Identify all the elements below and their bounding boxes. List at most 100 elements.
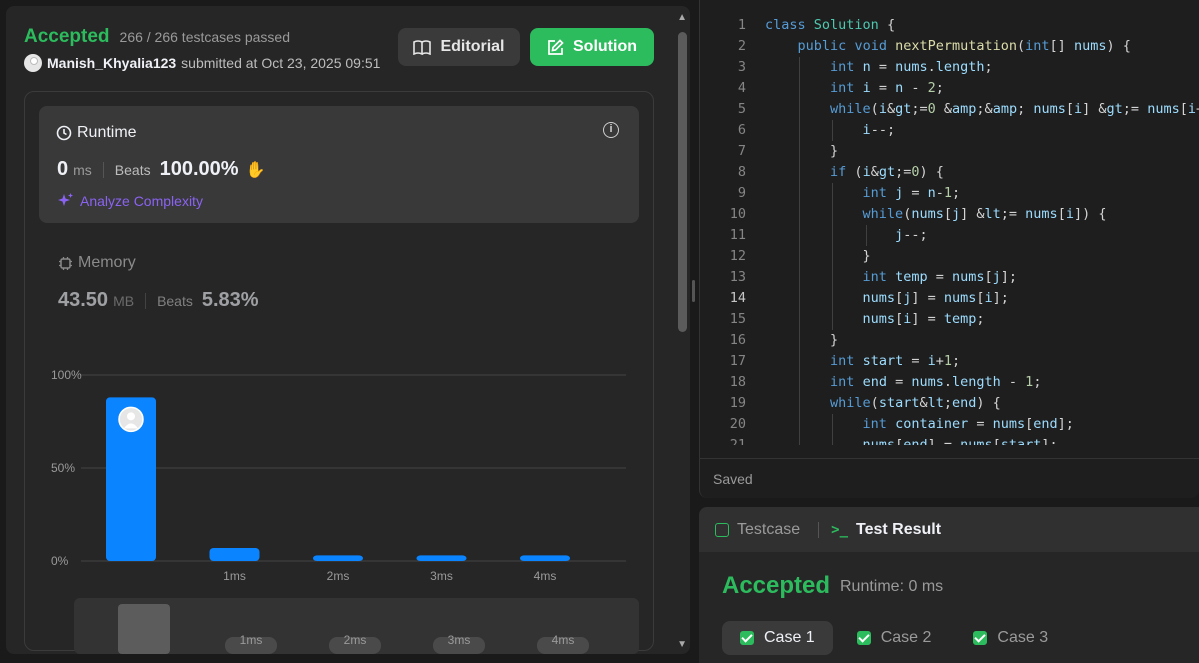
line-number: 4	[737, 80, 746, 96]
code-line[interactable]: 9 int j = n-1;	[700, 183, 1199, 204]
avatar-head	[127, 412, 135, 421]
code-text: int start = i+1;	[830, 353, 961, 369]
line-number: 8	[737, 164, 746, 180]
test-result-panel: Testcase >_ Test Result Accepted Runtime…	[699, 507, 1199, 663]
code-line[interactable]: 8 if (i&gt;=0) {	[700, 162, 1199, 183]
x-tick-label: 3ms	[430, 569, 453, 583]
line-number: 5	[737, 101, 746, 117]
case-tabs: Case 1 Case 2 Case 3	[722, 621, 1066, 655]
scroll-down-arrow-icon[interactable]: ▼	[677, 639, 687, 650]
case-tab-3[interactable]: Case 3	[955, 621, 1066, 655]
case-tab-2[interactable]: Case 2	[839, 621, 950, 655]
line-number: 18	[729, 374, 746, 390]
y-tick-label: 0%	[51, 554, 69, 568]
code-text: int end = nums.length - 1;	[830, 374, 1042, 390]
line-number: 19	[729, 395, 746, 411]
scroll-up-arrow-icon[interactable]: ▲	[677, 12, 687, 23]
scroll-thumb[interactable]	[678, 32, 687, 332]
chart-bar	[416, 555, 467, 561]
line-number: 11	[729, 227, 746, 243]
panel-scrollbar[interactable]: ▲ ▼	[676, 6, 690, 654]
code-line[interactable]: 14 nums[j] = nums[i];	[700, 288, 1199, 309]
check-icon	[973, 631, 988, 645]
tab-test-result[interactable]: Test Result	[856, 521, 941, 539]
line-number: 2	[737, 38, 746, 54]
case-label: Case 1	[764, 629, 815, 646]
overview-tick-label: 4ms	[552, 633, 575, 647]
code-text: i--;	[862, 122, 896, 138]
code-text: }	[765, 248, 871, 264]
code-text: int container = nums[end];	[862, 416, 1074, 432]
code-text: if (i&gt;=0) {	[830, 164, 944, 180]
code-line[interactable]: 5 while(i&gt;=0 &amp;&amp; nums[i] &gt;=…	[700, 99, 1199, 120]
chart-bar	[209, 547, 260, 561]
tab-testcase[interactable]: Testcase	[737, 521, 800, 539]
chart-bar	[313, 555, 363, 561]
code-line[interactable]: 10 while(nums[j] &lt;= nums[i]) {	[700, 204, 1199, 225]
line-number: 1	[737, 17, 746, 33]
code-line[interactable]: 7 }	[700, 141, 1199, 162]
line-number: 7	[737, 143, 746, 159]
line-number: 15	[729, 311, 746, 327]
code-text: while(i&gt;=0 &amp;&amp; nums[i] &gt;= n…	[830, 101, 1199, 117]
check-icon	[740, 631, 754, 645]
line-number: 9	[737, 185, 746, 201]
x-tick-label: 4ms	[534, 569, 557, 583]
line-number: 6	[737, 122, 746, 138]
code-line[interactable]: 12 }	[700, 246, 1199, 267]
line-number: 3	[737, 59, 746, 75]
line-number: 20	[729, 416, 746, 432]
y-tick-label: 50%	[51, 461, 75, 475]
case-label: Case 3	[997, 629, 1049, 646]
code-text: }	[765, 332, 839, 348]
result-status: Accepted	[722, 572, 831, 599]
code-line[interactable]: 1 class Solution {	[700, 15, 1199, 36]
code-text: j--;	[895, 227, 928, 243]
code-text: int temp = nums[j];	[862, 269, 1018, 285]
code-line[interactable]: 11 j--;	[700, 225, 1199, 246]
code-line[interactable]: 19 while(start&lt;end) {	[700, 393, 1199, 414]
x-tick-label: 2ms	[327, 569, 350, 583]
y-tick-label: 100%	[51, 368, 82, 382]
case-tab-1[interactable]: Case 1	[722, 621, 833, 655]
code-line[interactable]: 21 nums[end] = nums[start];	[700, 435, 1199, 445]
code-line[interactable]: 15 nums[i] = temp;	[700, 309, 1199, 330]
runtime-distribution-chart[interactable]: 100% 50% 0% 1ms 2ms 3ms 4ms 1ms 2ms 3ms 4ms	[6, 6, 690, 654]
code-line[interactable]: 17 int start = i+1;	[700, 351, 1199, 372]
code-line[interactable]: 6 i--;	[700, 120, 1199, 141]
code-line[interactable]: 16 }	[700, 330, 1199, 351]
code-editor[interactable]: 1 class Solution { 2 public void nextPermu…	[700, 15, 1199, 445]
overview-tick-label: 2ms	[344, 633, 367, 647]
line-number: 21	[729, 437, 746, 445]
test-tabs: Testcase >_ Test Result	[699, 507, 1199, 552]
code-text: int j = n-1;	[862, 185, 961, 201]
code-text: class Solution {	[765, 17, 896, 33]
line-number: 16	[729, 332, 746, 348]
divider	[700, 458, 1199, 459]
chart-bar	[520, 555, 570, 561]
code-line[interactable]: 13 int temp = nums[j];	[700, 267, 1199, 288]
terminal-icon: >_	[831, 521, 848, 538]
code-line[interactable]: 4 int i = n - 2;	[700, 78, 1199, 99]
overview-bar	[118, 604, 170, 654]
code-text: int n = nums.length;	[830, 59, 993, 75]
code-editor-panel: 1 class Solution { 2 public void nextPermu…	[699, 0, 1199, 498]
code-text: }	[765, 143, 839, 159]
code-line[interactable]: 18 int end = nums.length - 1;	[700, 372, 1199, 393]
case-label: Case 2	[880, 629, 932, 646]
code-text: nums[end] = nums[start];	[862, 437, 1058, 445]
line-number: 10	[729, 206, 746, 222]
code-text: nums[i] = temp;	[862, 311, 985, 327]
divider	[818, 521, 820, 538]
code-text: public void nextPermutation(int[] nums) …	[797, 38, 1131, 54]
line-number: 12	[729, 248, 746, 264]
code-line[interactable]: 2 public void nextPermutation(int[] nums…	[700, 36, 1199, 57]
line-number: 13	[729, 269, 746, 285]
panel-resize-handle[interactable]	[692, 280, 695, 302]
line-number: 17	[729, 353, 746, 369]
code-text: nums[j] = nums[i];	[862, 290, 1009, 306]
code-line[interactable]: 20 int container = nums[end];	[700, 414, 1199, 435]
overview-tick-label: 1ms	[240, 633, 263, 647]
code-line[interactable]: 3 int n = nums.length;	[700, 57, 1199, 78]
code-text: while(start&lt;end) {	[830, 395, 1001, 411]
